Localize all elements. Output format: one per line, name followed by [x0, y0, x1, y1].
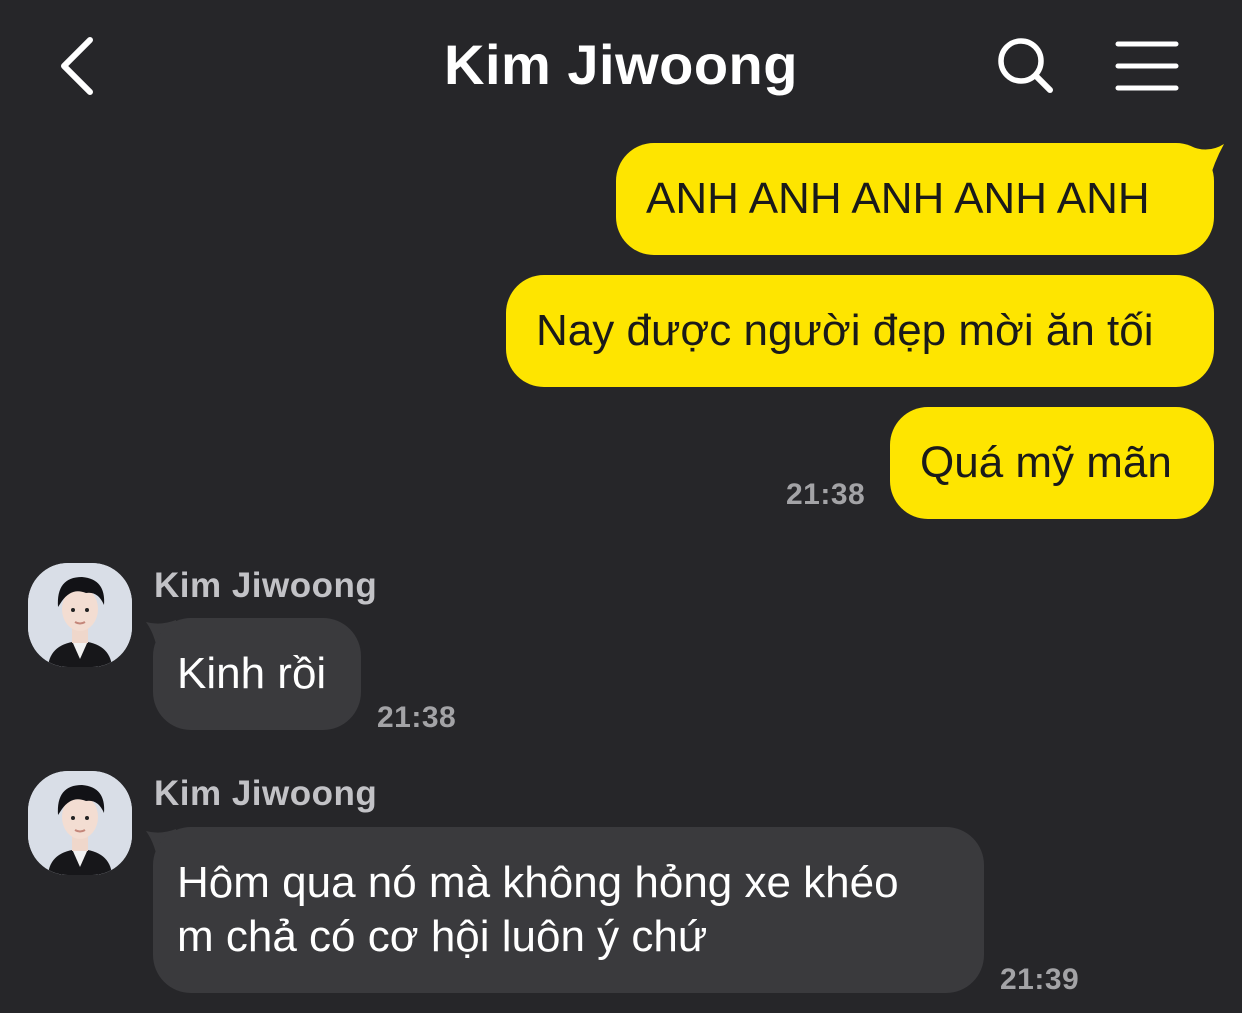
search-button[interactable] [994, 34, 1058, 98]
sender-name: Kim Jiwoong [154, 774, 378, 813]
avatar[interactable] [28, 771, 132, 875]
message-timestamp: 21:38 [786, 478, 866, 511]
search-icon [998, 38, 1053, 93]
message-text: Kinh rồi [177, 649, 327, 698]
message-text: Quá mỹ mãn [920, 438, 1172, 487]
incoming-message[interactable]: Hôm qua nó mà không hỏng xe khéo m chả c… [153, 827, 984, 993]
outgoing-message[interactable]: Nay được người đẹp mời ăn tối [506, 275, 1214, 387]
incoming-message[interactable]: Kinh rồi [153, 618, 361, 730]
message-text: ANH ANH ANH ANH ANH [646, 174, 1150, 223]
outgoing-message[interactable]: Quá mỹ mãn [890, 407, 1214, 519]
profile-photo-icon [28, 771, 132, 875]
message-timestamp: 21:39 [1000, 963, 1080, 996]
outgoing-message[interactable]: ANH ANH ANH ANH ANH [616, 143, 1214, 255]
message-text: Nay được người đẹp mời ăn tối [536, 306, 1154, 355]
message-timestamp: 21:38 [377, 701, 457, 734]
profile-photo-icon [28, 563, 132, 667]
sender-name: Kim Jiwoong [154, 566, 378, 605]
menu-button[interactable] [1112, 38, 1182, 94]
avatar[interactable] [28, 563, 132, 667]
hamburger-menu-icon [1115, 41, 1179, 91]
message-text: Hôm qua nó mà không hỏng xe khéo m chả c… [177, 858, 899, 961]
chat-header: Kim Jiwoong [0, 0, 1242, 130]
